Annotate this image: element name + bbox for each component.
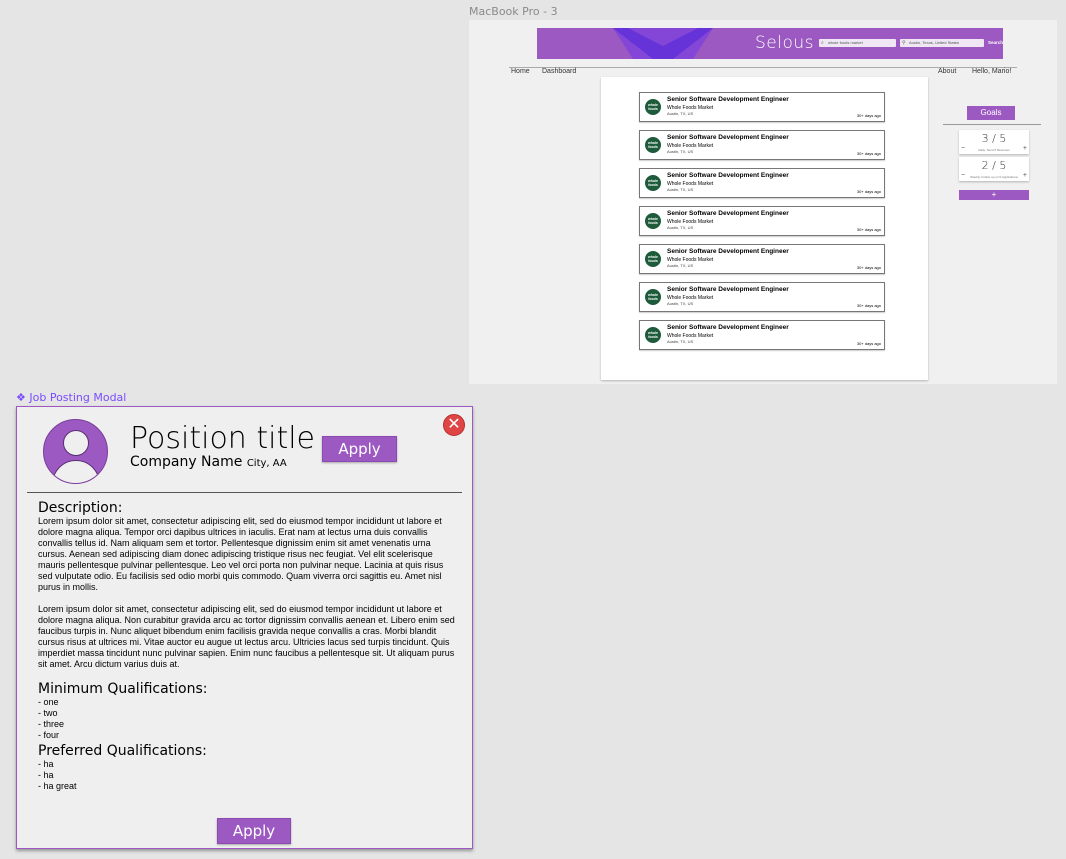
job-card[interactable]: whole foods Senior Software Development … — [639, 168, 885, 198]
job-location: Austin, TX, US — [667, 111, 694, 116]
min-qualifications: Minimum Qualifications: - one - two - th… — [38, 681, 456, 792]
search-what-input[interactable]: ⌕ whole foods market — [819, 39, 896, 47]
banner-decoration — [613, 28, 713, 59]
job-list-panel: whole foods Senior Software Development … — [601, 77, 928, 380]
company-logo: whole foods — [645, 137, 661, 153]
company-name: Company Name — [130, 454, 243, 470]
macbook-frame: Selous ⌕ whole foods market ⚲ Austin, Te… — [469, 20, 1057, 384]
apply-button-top[interactable]: Apply — [322, 436, 397, 462]
description-paragraph: Lorem ipsum dolor sit amet, consectetur … — [38, 604, 455, 669]
nav-home[interactable]: Home — [511, 68, 530, 75]
qualification-item: - two — [38, 708, 58, 718]
job-age: 30+ days ago — [856, 113, 881, 118]
company-logo: whole foods — [645, 99, 661, 115]
job-title: Senior Software Development Engineer — [667, 96, 789, 103]
qualification-item: - one — [38, 697, 59, 707]
avatar-body — [52, 460, 100, 483]
min-qualifications-heading: Minimum Qualifications: — [38, 681, 208, 697]
modal-label-text: Job Posting Modal — [29, 391, 127, 404]
location-pin-icon: ⚲ — [902, 40, 906, 46]
job-location: Austin, TX, US — [667, 263, 694, 268]
job-age: 30+ days ago — [856, 265, 881, 270]
qualification-item: - ha — [38, 759, 54, 769]
qualification-item: - ha great — [38, 781, 77, 791]
job-age: 30+ days ago — [856, 303, 881, 308]
job-posting-modal: Position title Company Name City, AA App… — [16, 406, 473, 849]
company-line: Company Name City, AA — [130, 454, 287, 470]
company-logo: whole foods — [645, 213, 661, 229]
modal-divider — [27, 492, 462, 493]
job-location: Austin, TX, US — [667, 301, 694, 306]
nav-dashboard[interactable]: Dashboard — [542, 68, 576, 75]
job-age: 30+ days ago — [856, 151, 881, 156]
position-title: Position title — [130, 421, 315, 456]
job-location: Austin, TX, US — [667, 339, 694, 344]
pref-qualifications-heading: Preferred Qualifications: — [38, 743, 207, 759]
job-age: 30+ days ago — [856, 341, 881, 346]
job-title: Senior Software Development Engineer — [667, 286, 789, 293]
goal-caption: Daily: Send 5 Resumes — [978, 148, 1010, 152]
goals-button[interactable]: Goals — [967, 106, 1015, 120]
avatar-head — [63, 430, 89, 456]
job-card[interactable]: whole foods Senior Software Development … — [639, 320, 885, 350]
company-avatar-icon — [43, 419, 108, 484]
nav-about[interactable]: About — [938, 68, 956, 75]
search-where-value: Austin, Texas, United States — [909, 40, 959, 45]
increment-button[interactable]: + — [1023, 145, 1027, 152]
component-icon: ❖ — [16, 391, 26, 404]
brand-logo[interactable]: Selous — [755, 33, 814, 53]
company-logo: whole foods — [645, 251, 661, 267]
job-title: Senior Software Development Engineer — [667, 210, 789, 217]
modal-component-label: ❖ Job Posting Modal — [16, 391, 126, 404]
search-what-value: whole foods market — [828, 40, 863, 45]
job-card[interactable]: whole foods Senior Software Development … — [639, 206, 885, 236]
company-logo: whole foods — [645, 175, 661, 191]
search-button[interactable]: Search — [985, 38, 1003, 48]
apply-button-bottom[interactable]: Apply — [217, 818, 291, 844]
goal-card-weekly: 2 / 5 − Weekly: Follow up on 5 Applicati… — [959, 157, 1029, 181]
decrement-button[interactable]: − — [961, 172, 965, 179]
company-city: City, AA — [246, 458, 287, 469]
job-title: Senior Software Development Engineer — [667, 324, 789, 331]
company-logo: whole foods — [645, 289, 661, 305]
job-card[interactable]: whole foods Senior Software Development … — [639, 130, 885, 160]
job-card[interactable]: whole foods Senior Software Development … — [639, 244, 885, 274]
description-heading: Description: — [38, 500, 123, 516]
nav-greeting[interactable]: Hello, Mario! — [972, 68, 1011, 75]
add-goal-button[interactable]: + — [959, 190, 1029, 200]
qualification-item: - four — [38, 730, 60, 740]
goals-divider — [943, 124, 1041, 125]
qualification-item: - three — [38, 719, 65, 729]
qualification-item: - ha — [38, 770, 54, 780]
goal-progress: 2 / 5 — [981, 159, 1007, 172]
decrement-button[interactable]: − — [961, 145, 965, 152]
job-card[interactable]: whole foods Senior Software Development … — [639, 282, 885, 312]
job-card[interactable]: whole foods Senior Software Development … — [639, 92, 885, 122]
job-title: Senior Software Development Engineer — [667, 134, 789, 141]
job-location: Austin, TX, US — [667, 149, 694, 154]
company-logo: whole foods — [645, 327, 661, 343]
job-location: Austin, TX, US — [667, 187, 694, 192]
job-age: 30+ days ago — [856, 227, 881, 232]
goal-caption: Weekly: Follow up on 5 Applications — [970, 175, 1018, 179]
job-title: Senior Software Development Engineer — [667, 172, 789, 179]
modal-content: Description: Lorem ipsum dolor sit amet,… — [38, 500, 456, 792]
job-location: Austin, TX, US — [667, 225, 694, 230]
search-icon: ⌕ — [821, 40, 824, 46]
job-age: 30+ days ago — [856, 189, 881, 194]
frame-label: MacBook Pro - 3 — [469, 5, 558, 18]
description-paragraph: Lorem ipsum dolor sit amet, consectetur … — [38, 516, 444, 592]
header-banner: Selous ⌕ whole foods market ⚲ Austin, Te… — [537, 28, 1003, 59]
increment-button[interactable]: + — [1023, 172, 1027, 179]
close-icon[interactable]: ✕ — [443, 414, 465, 436]
search-where-input[interactable]: ⚲ Austin, Texas, United States — [900, 39, 984, 47]
goal-progress: 3 / 5 — [981, 132, 1007, 145]
goal-card-daily: 3 / 5 − Daily: Send 5 Resumes + — [959, 130, 1029, 154]
job-title: Senior Software Development Engineer — [667, 248, 789, 255]
